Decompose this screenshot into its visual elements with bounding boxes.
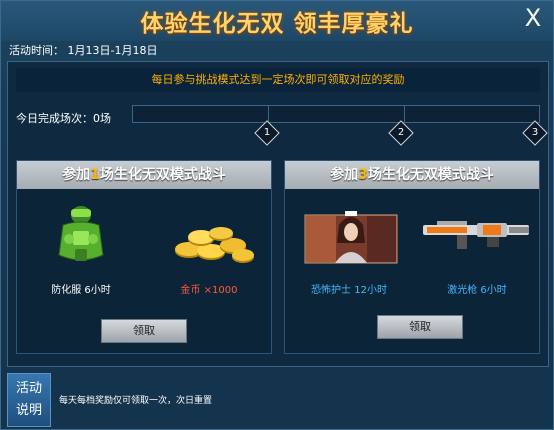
main-panel: 每日参与挑战模式达到一定场次即可领取对应的奖励 今日完成场次：0场 1 2 3 … [7, 61, 549, 367]
gold-coins-icon [175, 227, 254, 263]
milestone-marker: 2 [388, 120, 414, 146]
reward-label: 金币 ×1000 [180, 285, 238, 296]
milestone-label: 1 [263, 127, 271, 138]
nurse-character-icon [304, 211, 398, 264]
card-header: 参加1场生化无双模式战斗 [17, 161, 271, 189]
milestone-marker: 1 [254, 120, 280, 146]
milestone-label: 3 [531, 127, 539, 138]
card-header-suffix: 场生化无双模式战斗 [99, 167, 226, 183]
reward-item: 防化服 6小时 [21, 203, 141, 296]
completed-count-label: 今日完成场次：0场 [16, 112, 111, 125]
info-button-line-2: 说明 [15, 403, 42, 418]
card-header-prefix: 参加 [330, 167, 359, 183]
reward-item: 激光枪 6小时 [417, 203, 537, 296]
claim-button-1[interactable]: 领取 [101, 319, 187, 343]
reset-note: 每天每档奖励仅可领取一次，次日重置 [59, 396, 213, 406]
claim-button-2[interactable]: 领取 [377, 315, 463, 339]
dialog-title: 体验生化无双 领丰厚豪礼 [140, 11, 414, 37]
activity-time: 活动时间： 1月13日-1月18日 [9, 44, 158, 57]
info-button-line-1: 活动 [15, 381, 42, 396]
card-header-count: 1 [90, 167, 100, 183]
notice-banner: 每日参与挑战模式达到一定场次即可领取对应的奖励 [16, 68, 540, 92]
milestone-label: 2 [397, 127, 405, 138]
reward-label: 防化服 6小时 [51, 285, 111, 296]
reward-label: 恐怖护士 12小时 [311, 285, 387, 296]
laser-gun-icon [423, 221, 529, 249]
reward-item: 恐怖护士 12小时 [289, 203, 409, 296]
card-header-suffix: 场生化无双模式战斗 [367, 167, 494, 183]
reward-label: 激光枪 6小时 [447, 285, 507, 296]
activity-info-button[interactable]: 活动 说明 [7, 373, 51, 427]
event-dialog: 体验生化无双 领丰厚豪礼 X 活动时间： 1月13日-1月18日 每日参与挑战模… [0, 0, 554, 430]
title-bar: 体验生化无双 领丰厚豪礼 X [1, 1, 553, 41]
reward-card-1: 参加1场生化无双模式战斗 防化服 6小时 金币 ×1000 领取 [16, 160, 272, 354]
card-header-count: 3 [358, 167, 368, 183]
milestone-marker: 3 [522, 120, 548, 146]
card-header: 参加3场生化无双模式战斗 [285, 161, 539, 189]
card-header-prefix: 参加 [62, 167, 91, 183]
progress-bar [132, 105, 540, 123]
progress-tick [404, 106, 405, 122]
hazmat-suit-icon [58, 206, 104, 261]
progress-tick [268, 106, 269, 122]
close-button[interactable]: X [521, 5, 545, 31]
reward-card-2: 参加3场生化无双模式战斗 恐怖护士 12小时 激光枪 6小时 领取 [284, 160, 540, 354]
reward-item: 金币 ×1000 [149, 203, 269, 296]
